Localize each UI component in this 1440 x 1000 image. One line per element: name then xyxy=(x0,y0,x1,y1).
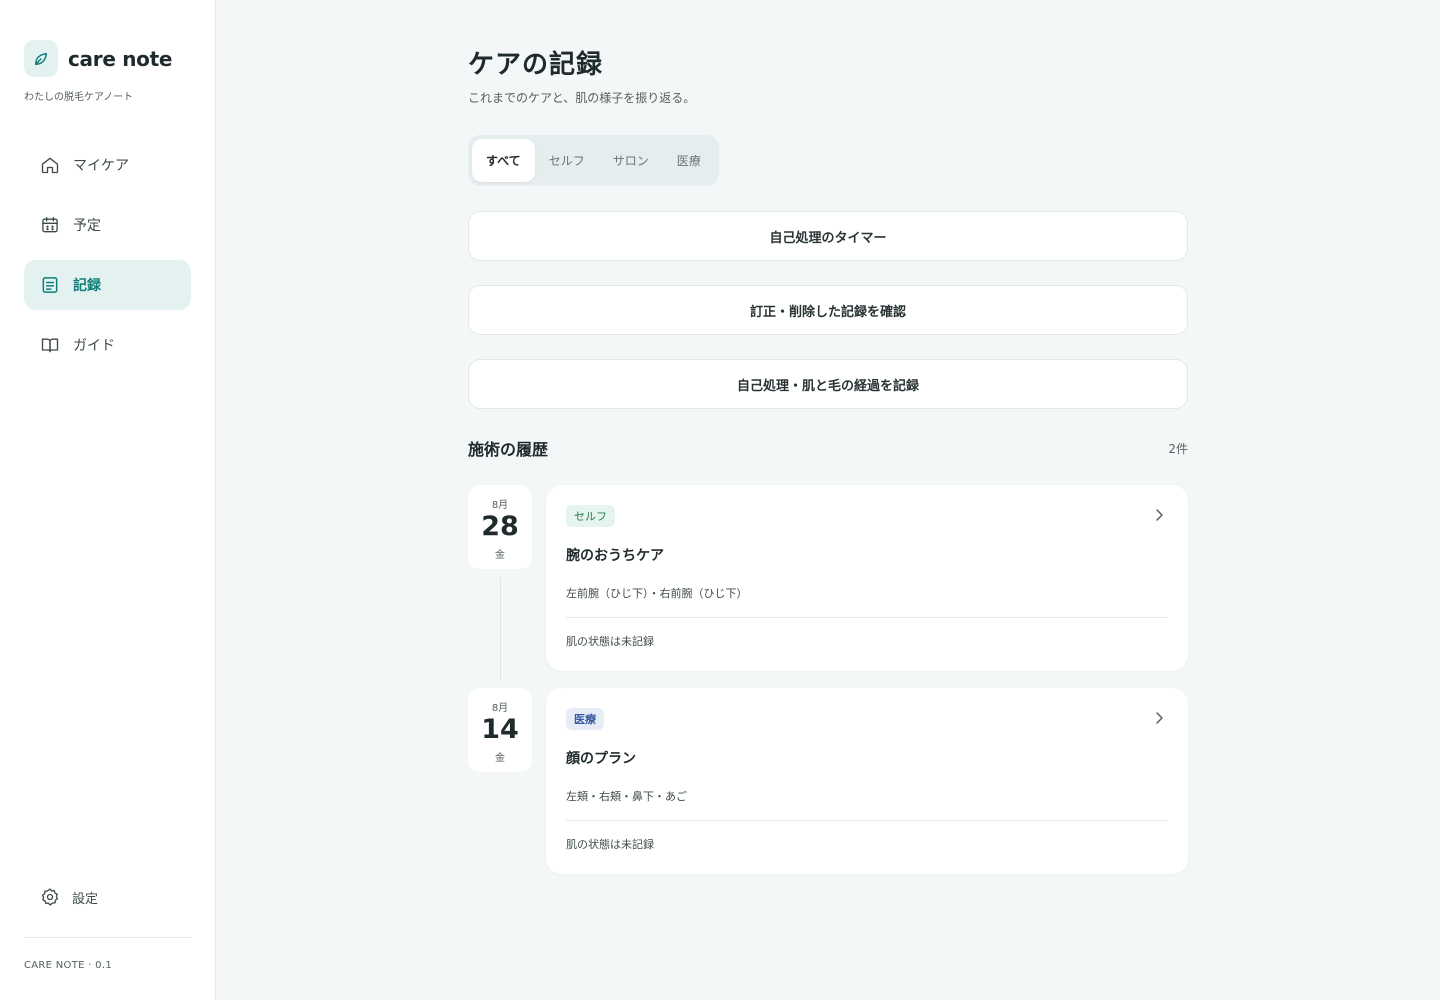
leaf-icon xyxy=(24,40,58,77)
sidebar-item-records[interactable]: 記録 xyxy=(24,260,191,310)
entry-month: 8月 xyxy=(491,500,509,511)
home-icon xyxy=(40,155,60,175)
entry-month: 8月 xyxy=(491,703,509,714)
settings-label: 設定 xyxy=(72,891,99,907)
entry-date: 8月 28 金 xyxy=(468,485,532,569)
tab-salon[interactable]: サロン xyxy=(599,139,663,182)
notes-icon xyxy=(40,275,60,295)
calendar-icon xyxy=(40,215,60,235)
entry-date: 8月 14 金 xyxy=(468,688,532,772)
card-divider xyxy=(566,820,1168,821)
settings-button[interactable]: 設定 xyxy=(24,884,98,910)
sidebar-item-label: 予定 xyxy=(73,218,101,234)
type-badge: 医療 xyxy=(566,708,604,730)
history-count: 2件 xyxy=(1168,442,1188,456)
timer-button[interactable]: 自己処理のタイマー xyxy=(468,211,1188,261)
card-title: 腕のおうちケア xyxy=(566,548,664,564)
log-progress-button[interactable]: 自己処理・肌と毛の経過を記録 xyxy=(468,359,1188,409)
sidebar-item-label: 記録 xyxy=(73,278,101,294)
chevron-right-icon xyxy=(1152,710,1166,726)
app-version: CARE NOTE · 0.1 xyxy=(24,960,112,971)
page-title: ケアの記録 xyxy=(468,50,604,80)
sidebar: care note わたしの脱毛ケアノート マイケア 予定 記録 ガイド 設定 … xyxy=(0,0,216,1000)
sidebar-item-label: マイケア xyxy=(73,158,129,174)
entry-weekday: 金 xyxy=(495,550,505,561)
sidebar-item-label: ガイド xyxy=(73,338,115,354)
book-icon xyxy=(40,335,60,355)
card-skin-status: 肌の状態は未記録 xyxy=(566,838,654,851)
card-parts: 左頬・右頬・鼻下・あご xyxy=(566,790,687,803)
sidebar-nav: マイケア 予定 記録 ガイド xyxy=(24,140,191,380)
timeline-line xyxy=(500,577,501,680)
gear-icon xyxy=(40,887,60,907)
history-title: 施術の履歴 xyxy=(468,440,549,459)
sidebar-divider xyxy=(24,937,191,938)
tab-medical[interactable]: 医療 xyxy=(663,139,715,182)
card-divider xyxy=(566,617,1168,618)
corrections-button[interactable]: 訂正・削除した記録を確認 xyxy=(468,285,1188,335)
brand[interactable]: care note xyxy=(24,40,172,77)
filter-tabs: すべて セルフ サロン 医療 xyxy=(468,135,719,186)
sidebar-item-schedule[interactable]: 予定 xyxy=(24,200,191,250)
card-skin-status: 肌の状態は未記録 xyxy=(566,635,654,648)
page-subtitle: これまでのケアと、肌の様子を振り返る。 xyxy=(468,91,696,105)
entry-weekday: 金 xyxy=(495,753,505,764)
tab-self[interactable]: セルフ xyxy=(535,139,599,182)
app-subtitle: わたしの脱毛ケアノート xyxy=(24,92,134,103)
chevron-right-icon xyxy=(1152,507,1166,523)
sidebar-item-guide[interactable]: ガイド xyxy=(24,320,191,370)
app-name: care note xyxy=(68,46,173,71)
history-card[interactable]: 医療 顔のプラン 左頬・右頬・鼻下・あご 肌の状態は未記録 xyxy=(546,688,1188,874)
history-card[interactable]: セルフ 腕のおうちケア 左前腕（ひじ下）・右前腕（ひじ下） 肌の状態は未記録 xyxy=(546,485,1188,671)
card-title: 顔のプラン xyxy=(566,751,636,767)
entry-day: 28 xyxy=(481,511,519,542)
sidebar-item-mycare[interactable]: マイケア xyxy=(24,140,191,190)
type-badge: セルフ xyxy=(566,505,615,527)
card-parts: 左前腕（ひじ下）・右前腕（ひじ下） xyxy=(566,587,748,600)
tab-all[interactable]: すべて xyxy=(472,139,535,182)
entry-day: 14 xyxy=(481,714,519,745)
